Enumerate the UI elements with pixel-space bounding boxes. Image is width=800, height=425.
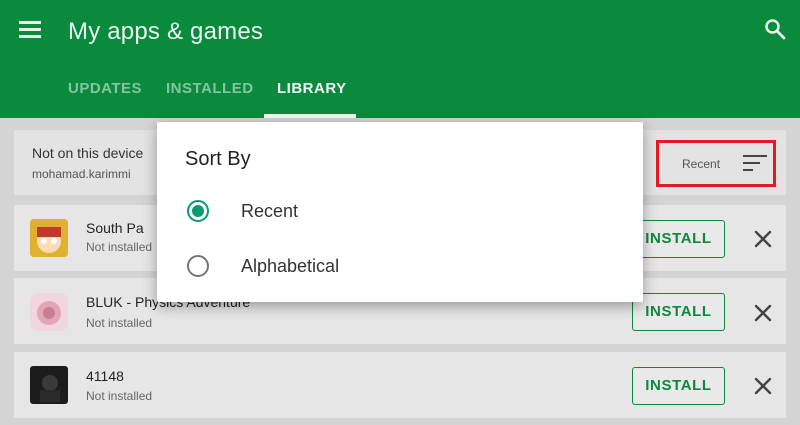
41148-app-icon	[30, 366, 68, 404]
app-title: My apps & games	[68, 18, 264, 45]
sort-label: Recent	[682, 157, 721, 171]
radio-button[interactable]	[187, 255, 209, 277]
sort-option-recent[interactable]: Recent	[185, 194, 545, 228]
close-icon[interactable]	[752, 302, 774, 324]
app-name: South Pa	[86, 220, 144, 236]
south-park-app-icon	[30, 219, 68, 257]
tab-updates[interactable]: UPDATES	[68, 80, 142, 97]
app-status: Not installed	[86, 240, 153, 254]
install-button[interactable]: INSTALL	[632, 293, 725, 331]
install-button[interactable]: INSTALL	[632, 220, 725, 258]
hamburger-menu-icon[interactable]	[19, 21, 41, 39]
dialog-title: Sort By	[185, 148, 251, 170]
tab-installed[interactable]: INSTALLED	[166, 80, 254, 97]
close-icon[interactable]	[752, 375, 774, 397]
app-name: 41148	[86, 368, 124, 384]
app-status: Not installed	[86, 389, 153, 403]
account-email: mohamad.karimmi	[32, 167, 131, 181]
option-label: Alphabetical	[241, 256, 340, 276]
app-status: Not installed	[86, 316, 153, 330]
sort-option-alphabetical[interactable]: Alphabetical	[185, 249, 545, 283]
close-icon[interactable]	[752, 228, 774, 250]
section-title: Not on this device	[32, 145, 144, 161]
sort-icon[interactable]	[743, 154, 767, 172]
radio-button-selected[interactable]	[187, 200, 209, 222]
bluk-app-icon	[30, 293, 68, 331]
sort-dialog: Sort By Recent Alphabetical	[157, 122, 643, 302]
tab-library[interactable]: LIBRARY	[277, 80, 347, 97]
option-label: Recent	[241, 201, 299, 221]
install-button[interactable]: INSTALL	[632, 367, 725, 405]
search-icon[interactable]	[764, 18, 786, 40]
